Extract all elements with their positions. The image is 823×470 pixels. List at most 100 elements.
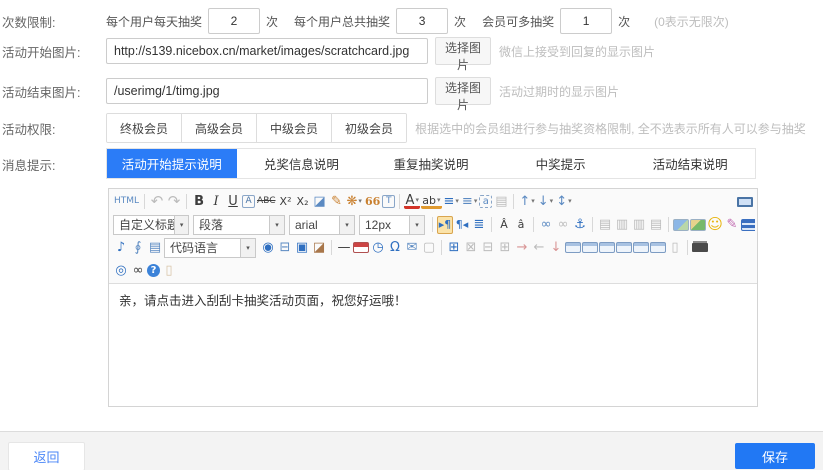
merge-cells-icon[interactable]: ⊞	[497, 239, 513, 257]
insert-time-icon[interactable]: ◷	[370, 239, 386, 257]
insert-image-icon[interactable]	[673, 219, 689, 231]
insert-link-icon[interactable]: ∞	[538, 216, 554, 234]
eraser-icon[interactable]: ◪	[312, 193, 328, 211]
doc-page-icon[interactable]: ▯	[667, 239, 683, 257]
paragraph-format-select[interactable]: 段落▾	[193, 215, 285, 235]
message-tab[interactable]: 重复抽奖说明	[366, 149, 496, 178]
insert-video-icon[interactable]	[741, 219, 755, 231]
highlight-color-icon[interactable]: ab▾	[421, 194, 441, 209]
insert-code-doc-icon[interactable]: ▤	[147, 239, 163, 257]
strikethrough-icon[interactable]: ABC	[256, 193, 276, 211]
font-color-icon[interactable]: A▾	[404, 194, 420, 209]
insert-column-icon[interactable]: →	[514, 239, 530, 257]
space-after-paragraph-icon[interactable]: ↓▾	[537, 193, 554, 211]
delete-table-icon[interactable]: ⊠	[463, 239, 479, 257]
member-option-button[interactable]: 终极会员	[107, 114, 182, 142]
message-tab[interactable]: 活动开始提示说明	[107, 149, 237, 178]
table-op-6-icon[interactable]	[650, 242, 666, 253]
char-border-icon[interactable]: A	[242, 195, 255, 208]
page-break-icon[interactable]: ⊟	[277, 239, 293, 257]
auto-typeset-icon[interactable]: ❋▾	[346, 193, 363, 211]
message-tab[interactable]: 兑奖信息说明	[237, 149, 367, 178]
message-tab[interactable]: 中奖提示	[496, 149, 626, 178]
table-op-2-icon[interactable]	[582, 242, 598, 253]
italic-icon[interactable]: I	[208, 193, 224, 211]
insert-anchor-icon[interactable]: ⚓	[572, 216, 588, 234]
paste-text-icon[interactable]: T	[382, 195, 395, 208]
member-option-button[interactable]: 高级会员	[182, 114, 257, 142]
font-size-select[interactable]: 12px▾	[359, 215, 425, 235]
member-option-button[interactable]: 初级会员	[332, 114, 406, 142]
table-op-1-icon[interactable]	[565, 242, 581, 253]
table-op-4-icon[interactable]	[616, 242, 632, 253]
table-op-5-icon[interactable]	[633, 242, 649, 253]
snapscreen-icon[interactable]: ◪	[311, 239, 327, 257]
back-button[interactable]: 返回	[8, 442, 85, 470]
google-map-icon[interactable]: ◉	[260, 239, 276, 257]
undo-icon[interactable]: ↶	[149, 193, 165, 211]
source-code-icon[interactable]: HTML	[113, 193, 140, 211]
editor-content-area[interactable]: 亲，请点击进入刮刮卡抽奖活动页面，祝您好运哦！	[109, 284, 757, 318]
limit-input[interactable]	[208, 8, 260, 34]
horizontal-rule-icon[interactable]: —	[336, 239, 352, 257]
limit-input[interactable]	[396, 8, 448, 34]
rtl-paragraph-icon[interactable]: ¶◂	[454, 216, 470, 234]
message-tab[interactable]: 活动结束说明	[625, 149, 755, 178]
format-brush-icon[interactable]: ✎	[329, 193, 345, 211]
image-float-left-icon[interactable]: ▥	[614, 216, 630, 234]
preview-icon[interactable]: ◎	[113, 262, 129, 280]
online-image-icon[interactable]	[690, 219, 706, 231]
start-image-input[interactable]	[106, 38, 428, 64]
blank-doc-icon[interactable]: ▤	[493, 193, 509, 211]
ordered-list-icon[interactable]: ≡▾	[443, 193, 460, 211]
comment-icon[interactable]: ✉	[404, 239, 420, 257]
custom-title-select[interactable]: 自定义标题▾	[113, 215, 189, 235]
code-language-select[interactable]: 代码语言▾	[164, 238, 256, 258]
fullscreen-icon[interactable]	[737, 197, 753, 207]
limit-input[interactable]	[560, 8, 612, 34]
table-title-row-icon[interactable]: ⊟	[480, 239, 496, 257]
font-family-select[interactable]: arial▾	[289, 215, 355, 235]
find-replace-icon[interactable]: ∞	[130, 262, 146, 280]
message-tab-label: 活动结束说明	[653, 154, 728, 173]
insert-date-icon[interactable]	[353, 242, 369, 253]
member-option-button[interactable]: 中级会员	[257, 114, 332, 142]
help-icon[interactable]: ?	[147, 264, 160, 277]
background-setting-icon[interactable]: ▢	[421, 239, 437, 257]
to-lowercase-icon[interactable]: â	[513, 216, 529, 234]
superscript-icon[interactable]: X²	[278, 193, 294, 211]
indent-icon[interactable]: ≣	[471, 216, 487, 234]
music-icon[interactable]: ♪	[113, 239, 129, 257]
ltr-paragraph-icon[interactable]: ▸¶	[437, 216, 453, 234]
insert-template-icon[interactable]: ▣	[294, 239, 310, 257]
image-default-align-icon[interactable]: ▤	[597, 216, 613, 234]
image-center-align-icon[interactable]: ▤	[648, 216, 664, 234]
line-height-icon[interactable]: ↕▾	[555, 193, 572, 211]
unordered-list-icon[interactable]: ≡▾	[461, 193, 478, 211]
table-op-3-icon[interactable]	[599, 242, 615, 253]
attachment-icon[interactable]: ∮	[130, 239, 146, 257]
space-before-paragraph-icon[interactable]: ↑▾	[518, 193, 535, 211]
redo-icon[interactable]: ↷	[166, 193, 182, 211]
anchor-style-icon[interactable]: a	[479, 195, 492, 208]
toolbar-separator	[687, 240, 688, 255]
end-image-input[interactable]	[106, 78, 428, 104]
subscript-icon[interactable]: X₂	[295, 193, 311, 211]
delete-column-icon[interactable]: ←	[531, 239, 547, 257]
insert-row-icon[interactable]: ↓	[548, 239, 564, 257]
print-icon[interactable]	[692, 243, 708, 252]
blockquote-icon[interactable]: 66	[364, 193, 381, 211]
start-image-pick-button[interactable]: 选择图片	[435, 37, 491, 65]
to-uppercase-icon[interactable]: Â	[496, 216, 512, 234]
emotion-icon[interactable]: ☺	[707, 216, 723, 234]
remove-link-icon[interactable]: ∞	[555, 216, 571, 234]
image-float-right-icon[interactable]: ▥	[631, 216, 647, 234]
insert-table-icon[interactable]: ⊞	[446, 239, 462, 257]
save-button[interactable]: 保存	[735, 443, 815, 469]
clipboard-icon[interactable]: ▯	[161, 262, 177, 280]
underline-icon[interactable]: U	[225, 193, 241, 211]
special-character-icon[interactable]: Ω	[387, 239, 403, 257]
scrawl-icon[interactable]: ✎	[724, 216, 740, 234]
end-image-pick-button[interactable]: 选择图片	[435, 77, 491, 105]
bold-icon[interactable]: B	[191, 193, 207, 211]
